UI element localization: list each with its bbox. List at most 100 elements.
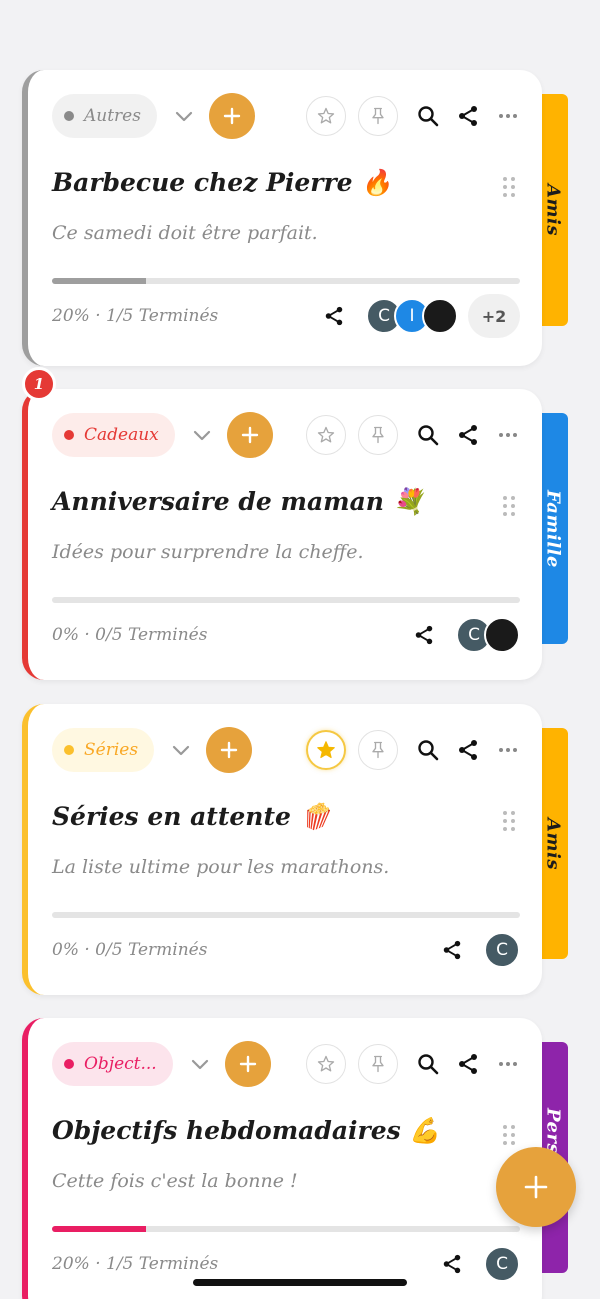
more-options-icon[interactable]: [494, 1050, 522, 1078]
share-icon[interactable]: [438, 936, 466, 964]
card-body[interactable]: 1 Cadeaux Anniversaire de maman 💐 Idées …: [22, 367, 542, 680]
plus-icon: [220, 741, 238, 759]
add-item-button[interactable]: [208, 93, 255, 139]
category-label: Cadeaux: [84, 425, 159, 445]
share-icon[interactable]: [410, 621, 438, 649]
notification-badge: 1: [22, 367, 56, 401]
pin-button[interactable]: [358, 415, 398, 455]
search-icon[interactable]: [414, 421, 442, 449]
category-pill[interactable]: Autres: [52, 94, 157, 138]
search-icon[interactable]: [414, 1050, 442, 1078]
pin-button[interactable]: [358, 730, 398, 770]
group-tab[interactable]: Famille: [538, 413, 568, 644]
list-card[interactable]: Amis Autres Barbecue chez Pierre 🔥 Ce sa…: [22, 70, 568, 366]
list-description: Idées pour surprendre la cheffe.: [52, 541, 364, 563]
add-item-button[interactable]: [224, 1041, 271, 1087]
progress-bar: [52, 1226, 520, 1232]
avatar: C: [484, 932, 520, 968]
avatar: [484, 617, 520, 653]
list-title: Objectifs hebdomadaires 💪: [52, 1116, 441, 1145]
member-avatars[interactable]: C I: [366, 298, 458, 334]
favorite-button[interactable]: [306, 730, 346, 770]
pin-button[interactable]: [358, 1044, 398, 1084]
category-pill[interactable]: Object...: [52, 1042, 173, 1086]
member-avatars[interactable]: C: [484, 1246, 520, 1282]
member-avatars[interactable]: C: [484, 932, 520, 968]
category-dot: [64, 1059, 74, 1069]
create-list-button[interactable]: [496, 1147, 576, 1227]
member-avatars[interactable]: C: [456, 617, 520, 653]
search-icon[interactable]: [414, 102, 442, 130]
extra-members-badge[interactable]: +2: [468, 294, 520, 338]
star-icon: [317, 107, 335, 124]
favorite-button[interactable]: [306, 415, 346, 455]
progress-fill: [52, 1226, 146, 1232]
add-item-button[interactable]: [206, 727, 253, 773]
search-icon[interactable]: [414, 736, 442, 764]
more-options-icon[interactable]: [494, 736, 522, 764]
pin-icon: [372, 426, 384, 444]
share-icon[interactable]: [454, 102, 482, 130]
card-body[interactable]: Autres Barbecue chez Pierre 🔥 Ce samedi …: [22, 70, 542, 366]
share-icon[interactable]: [438, 1250, 466, 1278]
star-icon: [317, 426, 335, 443]
category-label: Autres: [84, 106, 141, 126]
plus-icon: [223, 107, 241, 125]
progress-bar: [52, 597, 520, 603]
chevron-down-icon[interactable]: [168, 744, 194, 756]
chevron-down-icon[interactable]: [187, 1058, 213, 1070]
list-description: La liste ultime pour les marathons.: [52, 856, 390, 878]
category-dot: [64, 430, 74, 440]
drag-handle-icon[interactable]: [502, 810, 516, 836]
group-tab-label: Famille: [542, 489, 564, 568]
drag-handle-icon[interactable]: [502, 1124, 516, 1150]
progress-bar: [52, 278, 520, 284]
more-options-icon[interactable]: [494, 421, 522, 449]
category-dot: [64, 111, 74, 121]
pin-button[interactable]: [358, 96, 398, 136]
share-icon[interactable]: [454, 1050, 482, 1078]
favorite-button[interactable]: [306, 96, 346, 136]
pin-icon: [372, 741, 384, 759]
category-pill[interactable]: Cadeaux: [52, 413, 175, 457]
chevron-down-icon[interactable]: [189, 429, 215, 441]
more-options-icon[interactable]: [494, 102, 522, 130]
list-card[interactable]: Pers Object... Objectifs hebdomadaires 💪…: [22, 1018, 568, 1299]
favorite-button[interactable]: [306, 1044, 346, 1084]
chevron-down-icon[interactable]: [171, 110, 197, 122]
category-label: Séries: [84, 740, 139, 760]
progress-fill: [52, 278, 146, 284]
group-tab-label: Amis: [542, 817, 564, 870]
add-item-button[interactable]: [226, 412, 273, 458]
share-icon[interactable]: [320, 302, 348, 330]
progress-text: 0% · 0/5 Terminés: [52, 940, 208, 960]
drag-handle-icon[interactable]: [502, 495, 516, 521]
list-card[interactable]: Amis Séries Séries en attente 🍿 La liste…: [22, 704, 568, 995]
card-body[interactable]: Object... Objectifs hebdomadaires 💪 Cett…: [22, 1018, 542, 1299]
category-dot: [64, 745, 74, 755]
drag-handle-icon[interactable]: [502, 176, 516, 202]
list-description: Ce samedi doit être parfait.: [52, 222, 318, 244]
list-title: Barbecue chez Pierre 🔥: [52, 168, 393, 197]
list-description: Cette fois c'est la bonne !: [52, 1170, 298, 1192]
list-card[interactable]: Famille 1 Cadeaux Anniversaire de maman …: [22, 367, 568, 680]
progress-bar: [52, 912, 520, 918]
category-label: Object...: [84, 1054, 157, 1074]
share-icon[interactable]: [454, 421, 482, 449]
pin-icon: [372, 1055, 384, 1073]
group-tab-label: Amis: [542, 184, 564, 236]
pin-icon: [372, 107, 384, 125]
group-tab[interactable]: Amis: [538, 728, 568, 959]
star-icon: [317, 1055, 335, 1072]
star-filled-icon: [317, 741, 335, 759]
group-tab[interactable]: Amis: [538, 94, 568, 326]
progress-text: 20% · 1/5 Terminés: [52, 1254, 219, 1274]
card-body[interactable]: Séries Séries en attente 🍿 La liste ulti…: [22, 704, 542, 995]
progress-text: 20% · 1/5 Terminés: [52, 306, 219, 326]
list-title: Anniversaire de maman 💐: [52, 487, 424, 516]
home-indicator[interactable]: [193, 1279, 407, 1286]
share-icon[interactable]: [454, 736, 482, 764]
plus-icon: [239, 1055, 256, 1073]
list-title: Séries en attente 🍿: [52, 802, 331, 831]
category-pill[interactable]: Séries: [52, 728, 155, 772]
